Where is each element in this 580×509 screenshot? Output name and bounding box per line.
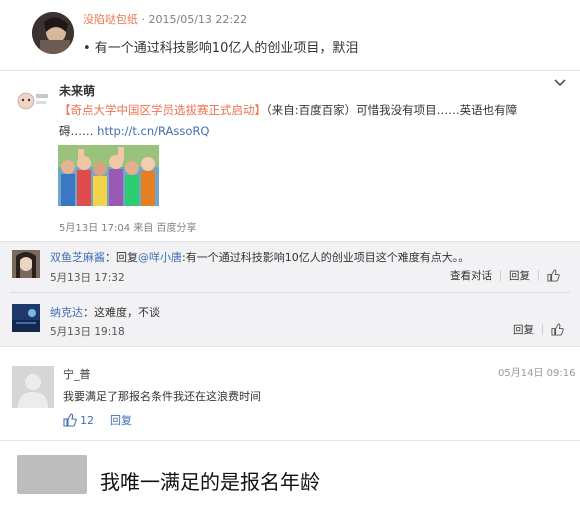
crowd-photo: [58, 145, 159, 206]
post2-text-line1: 【奇点大学中国区学员选拔赛正式启动】（来自:百度百家）可惜我没有项目……英语也有…: [59, 102, 517, 118]
reply1-body: :有一个通过科技影响10亿人的创业项目这个难度有点大。。: [182, 251, 470, 264]
reply1-mention[interactable]: @咩小唐: [138, 251, 182, 264]
comment-avatar[interactable]: [12, 366, 54, 408]
default-avatar-icon: [12, 366, 54, 408]
post2-avatar-image: [10, 88, 52, 114]
caption-text: 我唯一满足的是报名年龄: [100, 470, 320, 494]
reply2-time: 5月13日 19:18: [50, 326, 125, 338]
reply2-actions: 回复: [513, 322, 564, 337]
post1-avatar[interactable]: [32, 12, 74, 54]
thumbs-up-icon[interactable]: [63, 413, 77, 427]
reply2-avatar[interactable]: [12, 304, 40, 332]
thumbs-up-icon[interactable]: [547, 269, 560, 282]
reply2-body: ：这难度，不谈: [83, 306, 160, 319]
post2-text-line2: 碍…… http://t.cn/RAssoRQ: [59, 123, 210, 139]
bottom-divider: [0, 440, 580, 441]
chevron-down-icon[interactable]: [554, 79, 566, 87]
post2-image[interactable]: [58, 145, 159, 206]
reply1-time: 5月13日 17:32: [50, 272, 125, 284]
action-separator: [500, 270, 501, 281]
post1-header: 没陷哒包纸 · 2015/05/13 22:22: [83, 11, 247, 27]
action-separator: [538, 270, 539, 281]
post2-url[interactable]: http://t.cn/RAssoRQ: [97, 124, 209, 138]
post1-avatar-image: [32, 12, 74, 54]
divider: [0, 70, 580, 71]
reply1-reply-button[interactable]: 回复: [509, 268, 530, 283]
comment-like-count[interactable]: 12: [80, 414, 94, 427]
post2-username[interactable]: 未来萌: [59, 82, 95, 99]
post2-meta: 5月13日 17:04 来自 百度分享: [59, 223, 197, 234]
comment-username[interactable]: 宁_普: [63, 366, 91, 382]
action-separator: [542, 324, 543, 335]
reply1-text: 双鱼芝麻酱：回复@咩小唐:有一个通过科技影响10亿人的创业项目这个难度有点大。。: [50, 249, 469, 265]
post2-avatar[interactable]: [10, 88, 52, 114]
view-conversation-button[interactable]: 查看对话: [450, 268, 492, 283]
reply2-username[interactable]: 纳克达: [50, 306, 83, 319]
reply2-reply-button[interactable]: 回复: [513, 322, 534, 337]
post1-date: · 2015/05/13 22:22: [141, 13, 248, 26]
reply1-username[interactable]: 双鱼芝麻酱: [50, 251, 105, 264]
post2-title-tail: （来自:百度百家）可惜我没有项目……英语也有障: [266, 103, 518, 117]
post2-title-link[interactable]: 【奇点大学中国区学员选拔赛正式启动】: [59, 103, 266, 117]
reply1-avatar[interactable]: [12, 250, 40, 278]
post1-username[interactable]: 没陷哒包纸: [83, 13, 138, 26]
caption-block: [17, 455, 87, 494]
reply1-prefix: ：回复: [105, 251, 138, 264]
reply1-avatar-image: [12, 250, 40, 278]
reply-divider: [10, 292, 570, 293]
comment-text: 我要满足了那报名条件我还在这浪费时间: [63, 390, 261, 403]
reply2-avatar-image: [12, 304, 40, 332]
comment-actions: 12 回复: [63, 412, 132, 428]
comment-date: 05月14日 09:16: [498, 368, 576, 379]
reply2-text: 纳克达：这难度，不谈: [50, 304, 160, 320]
post1-text: • 有一个通过科技影响10亿人的创业项目，默泪: [83, 41, 359, 56]
reply1-actions: 查看对话 回复: [450, 268, 560, 283]
post2-line2-text: 碍……: [59, 124, 94, 138]
comment-reply-button[interactable]: 回复: [110, 412, 132, 428]
thumbs-up-icon[interactable]: [551, 323, 564, 336]
